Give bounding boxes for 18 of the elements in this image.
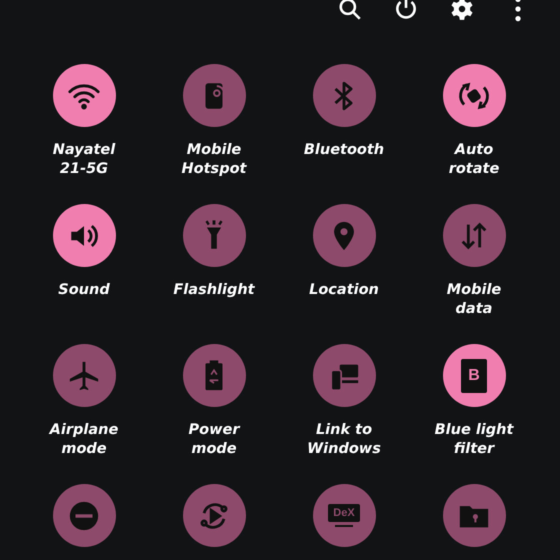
settings-button[interactable] bbox=[449, 0, 475, 22]
tile-label: Location bbox=[309, 281, 379, 300]
tile-label: Link to Windows bbox=[307, 421, 381, 459]
tile-label: Blue light filter bbox=[434, 421, 514, 459]
tile-label: Auto rotate bbox=[448, 141, 500, 179]
search-icon bbox=[337, 0, 363, 22]
tile-label: Power mode bbox=[188, 421, 240, 459]
tile-label: Airplane mode bbox=[50, 421, 118, 459]
tile-label: Flashlight bbox=[173, 281, 255, 300]
tile-label: Mobile Hotspot bbox=[182, 141, 246, 179]
menu-icon bbox=[515, 0, 521, 22]
bluelight-toggle[interactable]: B bbox=[442, 344, 506, 407]
tile-label: Bluetooth bbox=[304, 141, 384, 160]
search-button[interactable] bbox=[337, 0, 363, 22]
tile-label: Mobile data bbox=[446, 281, 502, 319]
tile-label: Sound bbox=[58, 281, 110, 300]
book-icon: B bbox=[461, 358, 487, 392]
tile-label: Nayatel 21-5G bbox=[52, 141, 116, 179]
